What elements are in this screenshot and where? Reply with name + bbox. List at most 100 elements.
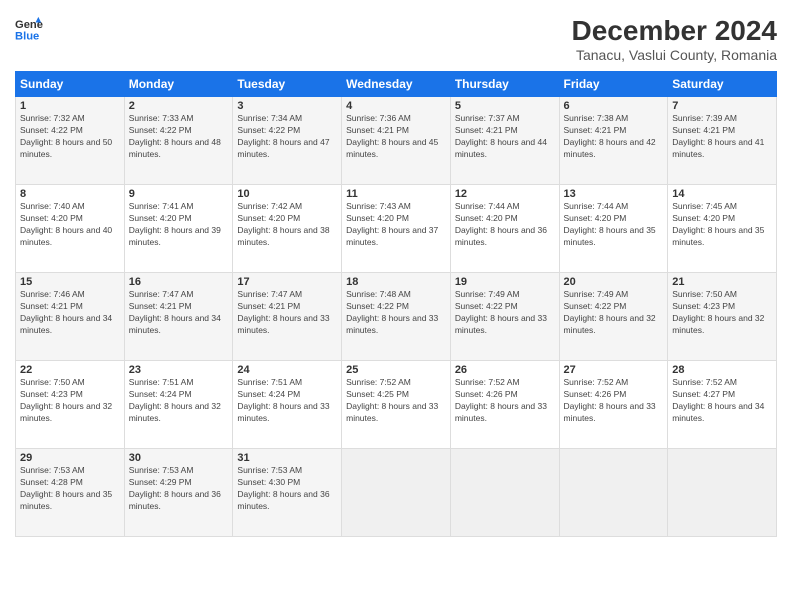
col-header-friday: Friday — [559, 72, 668, 97]
day-cell: 27Sunrise: 7:52 AMSunset: 4:26 PMDayligh… — [559, 361, 668, 449]
day-number: 20 — [564, 276, 664, 288]
day-cell: 30Sunrise: 7:53 AMSunset: 4:29 PMDayligh… — [124, 449, 233, 537]
day-cell: 16Sunrise: 7:47 AMSunset: 4:21 PMDayligh… — [124, 273, 233, 361]
day-number: 9 — [129, 188, 229, 200]
day-cell: 5Sunrise: 7:37 AMSunset: 4:21 PMDaylight… — [450, 97, 559, 185]
day-info: Sunrise: 7:43 AMSunset: 4:20 PMDaylight:… — [346, 201, 438, 247]
week-row-2: 8Sunrise: 7:40 AMSunset: 4:20 PMDaylight… — [16, 185, 777, 273]
day-info: Sunrise: 7:51 AMSunset: 4:24 PMDaylight:… — [237, 377, 329, 423]
page: General Blue December 2024 Tanacu, Vaslu… — [0, 0, 792, 612]
day-cell: 1Sunrise: 7:32 AMSunset: 4:22 PMDaylight… — [16, 97, 125, 185]
subtitle: Tanacu, Vaslui County, Romania — [572, 47, 777, 63]
day-info: Sunrise: 7:44 AMSunset: 4:20 PMDaylight:… — [455, 201, 547, 247]
day-number: 17 — [237, 276, 337, 288]
day-info: Sunrise: 7:53 AMSunset: 4:29 PMDaylight:… — [129, 465, 221, 511]
day-cell: 19Sunrise: 7:49 AMSunset: 4:22 PMDayligh… — [450, 273, 559, 361]
day-info: Sunrise: 7:51 AMSunset: 4:24 PMDaylight:… — [129, 377, 221, 423]
day-cell: 29Sunrise: 7:53 AMSunset: 4:28 PMDayligh… — [16, 449, 125, 537]
day-number: 5 — [455, 100, 555, 112]
day-number: 31 — [237, 452, 337, 464]
day-info: Sunrise: 7:46 AMSunset: 4:21 PMDaylight:… — [20, 289, 112, 335]
day-number: 24 — [237, 364, 337, 376]
day-cell: 12Sunrise: 7:44 AMSunset: 4:20 PMDayligh… — [450, 185, 559, 273]
day-cell: 6Sunrise: 7:38 AMSunset: 4:21 PMDaylight… — [559, 97, 668, 185]
day-info: Sunrise: 7:52 AMSunset: 4:26 PMDaylight:… — [564, 377, 656, 423]
day-number: 23 — [129, 364, 229, 376]
day-number: 26 — [455, 364, 555, 376]
day-cell: 22Sunrise: 7:50 AMSunset: 4:23 PMDayligh… — [16, 361, 125, 449]
day-number: 30 — [129, 452, 229, 464]
day-cell — [559, 449, 668, 537]
col-header-sunday: Sunday — [16, 72, 125, 97]
day-info: Sunrise: 7:40 AMSunset: 4:20 PMDaylight:… — [20, 201, 112, 247]
day-info: Sunrise: 7:41 AMSunset: 4:20 PMDaylight:… — [129, 201, 221, 247]
col-header-saturday: Saturday — [668, 72, 777, 97]
day-number: 15 — [20, 276, 120, 288]
day-info: Sunrise: 7:52 AMSunset: 4:26 PMDaylight:… — [455, 377, 547, 423]
day-info: Sunrise: 7:34 AMSunset: 4:22 PMDaylight:… — [237, 113, 329, 159]
day-cell: 11Sunrise: 7:43 AMSunset: 4:20 PMDayligh… — [342, 185, 451, 273]
day-number: 25 — [346, 364, 446, 376]
col-header-monday: Monday — [124, 72, 233, 97]
day-cell — [450, 449, 559, 537]
day-cell: 7Sunrise: 7:39 AMSunset: 4:21 PMDaylight… — [668, 97, 777, 185]
week-row-5: 29Sunrise: 7:53 AMSunset: 4:28 PMDayligh… — [16, 449, 777, 537]
logo-icon: General Blue — [15, 15, 43, 43]
week-row-1: 1Sunrise: 7:32 AMSunset: 4:22 PMDaylight… — [16, 97, 777, 185]
day-number: 2 — [129, 100, 229, 112]
day-info: Sunrise: 7:38 AMSunset: 4:21 PMDaylight:… — [564, 113, 656, 159]
day-info: Sunrise: 7:49 AMSunset: 4:22 PMDaylight:… — [564, 289, 656, 335]
day-info: Sunrise: 7:47 AMSunset: 4:21 PMDaylight:… — [237, 289, 329, 335]
day-cell: 18Sunrise: 7:48 AMSunset: 4:22 PMDayligh… — [342, 273, 451, 361]
day-info: Sunrise: 7:50 AMSunset: 4:23 PMDaylight:… — [672, 289, 764, 335]
day-cell: 2Sunrise: 7:33 AMSunset: 4:22 PMDaylight… — [124, 97, 233, 185]
day-info: Sunrise: 7:45 AMSunset: 4:20 PMDaylight:… — [672, 201, 764, 247]
day-number: 12 — [455, 188, 555, 200]
day-info: Sunrise: 7:50 AMSunset: 4:23 PMDaylight:… — [20, 377, 112, 423]
day-number: 11 — [346, 188, 446, 200]
day-cell: 25Sunrise: 7:52 AMSunset: 4:25 PMDayligh… — [342, 361, 451, 449]
day-number: 13 — [564, 188, 664, 200]
day-cell: 17Sunrise: 7:47 AMSunset: 4:21 PMDayligh… — [233, 273, 342, 361]
day-cell: 13Sunrise: 7:44 AMSunset: 4:20 PMDayligh… — [559, 185, 668, 273]
day-cell: 14Sunrise: 7:45 AMSunset: 4:20 PMDayligh… — [668, 185, 777, 273]
title-area: December 2024 Tanacu, Vaslui County, Rom… — [572, 15, 777, 63]
col-header-thursday: Thursday — [450, 72, 559, 97]
day-number: 18 — [346, 276, 446, 288]
day-number: 16 — [129, 276, 229, 288]
day-number: 10 — [237, 188, 337, 200]
day-info: Sunrise: 7:44 AMSunset: 4:20 PMDaylight:… — [564, 201, 656, 247]
logo: General Blue — [15, 15, 43, 43]
day-info: Sunrise: 7:36 AMSunset: 4:21 PMDaylight:… — [346, 113, 438, 159]
day-info: Sunrise: 7:53 AMSunset: 4:28 PMDaylight:… — [20, 465, 112, 511]
day-cell: 3Sunrise: 7:34 AMSunset: 4:22 PMDaylight… — [233, 97, 342, 185]
day-number: 27 — [564, 364, 664, 376]
day-cell — [342, 449, 451, 537]
day-info: Sunrise: 7:42 AMSunset: 4:20 PMDaylight:… — [237, 201, 329, 247]
week-row-3: 15Sunrise: 7:46 AMSunset: 4:21 PMDayligh… — [16, 273, 777, 361]
day-cell: 28Sunrise: 7:52 AMSunset: 4:27 PMDayligh… — [668, 361, 777, 449]
day-cell: 23Sunrise: 7:51 AMSunset: 4:24 PMDayligh… — [124, 361, 233, 449]
day-cell — [668, 449, 777, 537]
svg-text:Blue: Blue — [15, 30, 39, 42]
day-cell: 9Sunrise: 7:41 AMSunset: 4:20 PMDaylight… — [124, 185, 233, 273]
day-number: 21 — [672, 276, 772, 288]
day-number: 14 — [672, 188, 772, 200]
day-cell: 8Sunrise: 7:40 AMSunset: 4:20 PMDaylight… — [16, 185, 125, 273]
day-info: Sunrise: 7:48 AMSunset: 4:22 PMDaylight:… — [346, 289, 438, 335]
day-cell: 4Sunrise: 7:36 AMSunset: 4:21 PMDaylight… — [342, 97, 451, 185]
day-cell: 31Sunrise: 7:53 AMSunset: 4:30 PMDayligh… — [233, 449, 342, 537]
week-row-4: 22Sunrise: 7:50 AMSunset: 4:23 PMDayligh… — [16, 361, 777, 449]
day-info: Sunrise: 7:52 AMSunset: 4:27 PMDaylight:… — [672, 377, 764, 423]
day-number: 7 — [672, 100, 772, 112]
day-info: Sunrise: 7:37 AMSunset: 4:21 PMDaylight:… — [455, 113, 547, 159]
day-cell: 20Sunrise: 7:49 AMSunset: 4:22 PMDayligh… — [559, 273, 668, 361]
day-number: 4 — [346, 100, 446, 112]
day-info: Sunrise: 7:39 AMSunset: 4:21 PMDaylight:… — [672, 113, 764, 159]
day-number: 22 — [20, 364, 120, 376]
day-info: Sunrise: 7:49 AMSunset: 4:22 PMDaylight:… — [455, 289, 547, 335]
day-number: 19 — [455, 276, 555, 288]
day-cell: 10Sunrise: 7:42 AMSunset: 4:20 PMDayligh… — [233, 185, 342, 273]
day-number: 28 — [672, 364, 772, 376]
day-info: Sunrise: 7:53 AMSunset: 4:30 PMDaylight:… — [237, 465, 329, 511]
